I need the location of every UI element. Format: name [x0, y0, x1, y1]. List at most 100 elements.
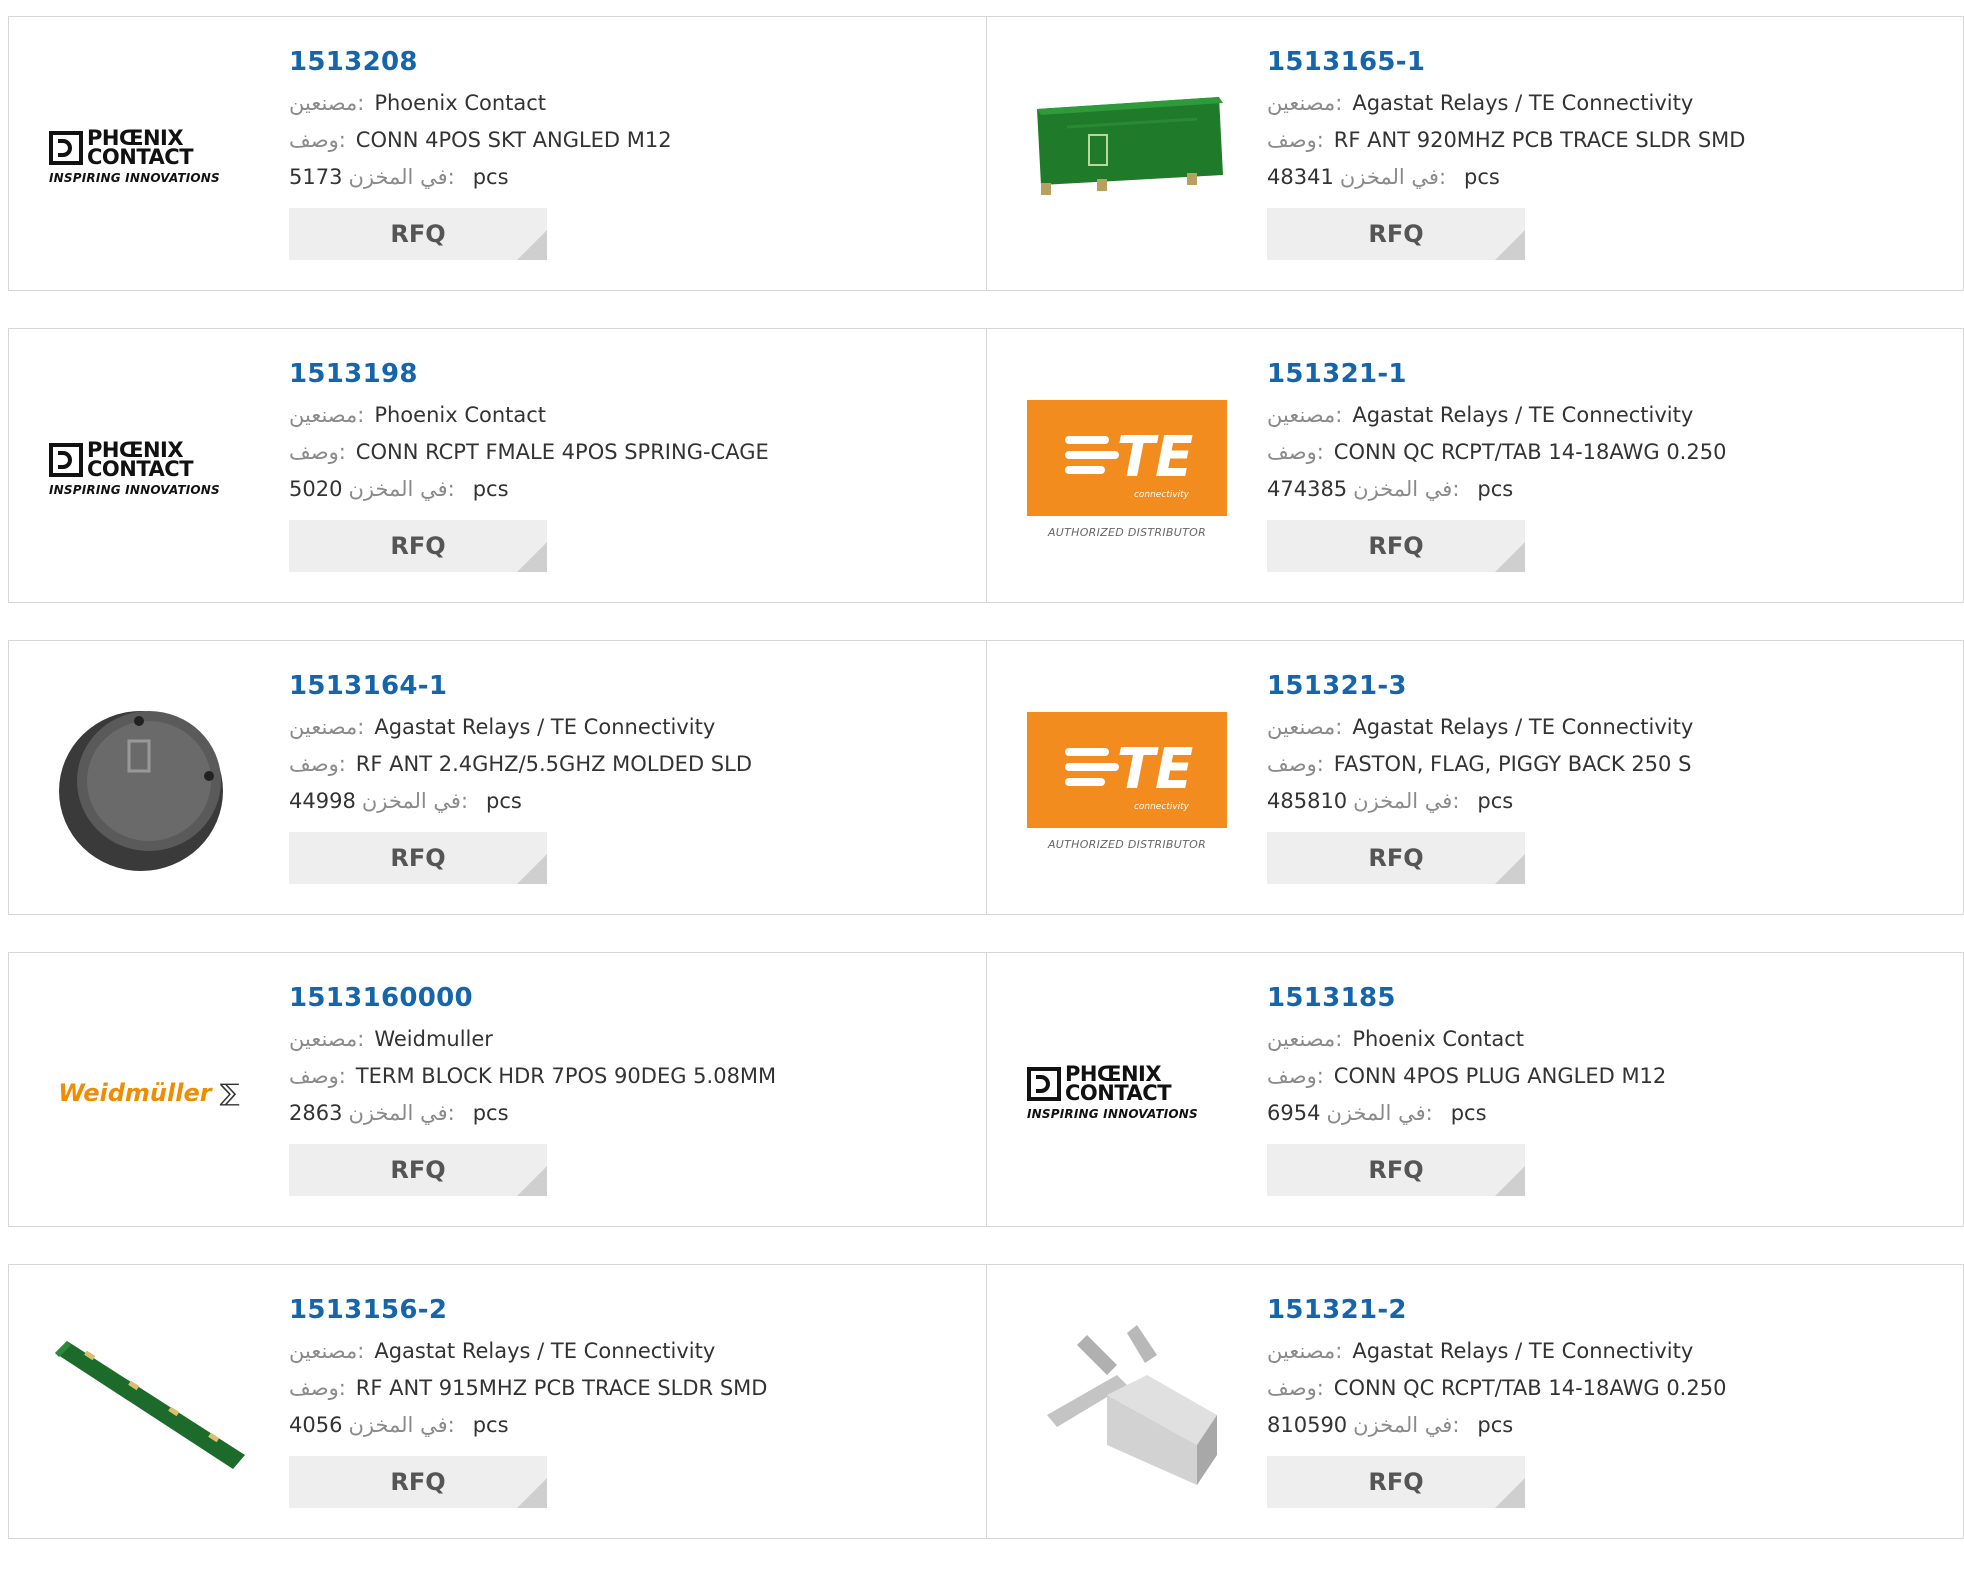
- stock-label: في المخزن:: [1326, 1101, 1433, 1125]
- manufacturer-value: Agastat Relays / TE Connectivity: [1352, 1339, 1694, 1363]
- phoenix-mark-icon: [1027, 1067, 1061, 1101]
- rfq-button[interactable]: RFQ: [1267, 832, 1525, 884]
- rfq-button-label: RFQ: [1368, 844, 1424, 872]
- phoenix-contact-logo: PHŒNIX CONTACT INSPIRING INNOVATIONS: [49, 440, 249, 497]
- manufacturer-value: Phoenix Contact: [1352, 1027, 1525, 1051]
- authorized-distributor-caption: AUTHORIZED DISTRIBUTOR: [1047, 837, 1207, 851]
- stock-unit: pcs: [1477, 477, 1514, 501]
- rfq-button[interactable]: RFQ: [289, 208, 547, 260]
- product-image[interactable]: PHŒNIX CONTACT INSPIRING INNOVATIONS: [49, 57, 249, 257]
- product-image[interactable]: PHŒNIX CONTACT INSPIRING INNOVATIONS: [1027, 993, 1227, 1193]
- stock-unit: pcs: [472, 1101, 509, 1125]
- manufacturer-value: Agastat Relays / TE Connectivity: [374, 1339, 716, 1363]
- stock-label: في المخزن:: [1339, 165, 1447, 189]
- product-card: PHŒNIX CONTACT INSPIRING INNOVATIONS 151…: [986, 953, 1963, 1226]
- stock-value: 6954: [1267, 1101, 1321, 1125]
- product-grid: PHŒNIX CONTACT INSPIRING INNOVATIONS 151…: [8, 16, 1964, 1576]
- description-value: RF ANT 2.4GHZ/5.5GHZ MOLDED SLD: [355, 752, 752, 776]
- rfq-button[interactable]: RFQ: [1267, 1144, 1525, 1196]
- logo-subtext: connectivity: [1133, 801, 1189, 812]
- weidmuller-mark-icon: ⅀: [219, 1079, 240, 1107]
- button-corner-decoration: [1495, 1478, 1525, 1508]
- part-number-link[interactable]: 1513164-1: [289, 669, 976, 703]
- rfq-button[interactable]: RFQ: [289, 520, 547, 572]
- description-label: وصف:: [289, 1376, 346, 1400]
- button-corner-decoration: [517, 854, 547, 884]
- logo-tagline: INSPIRING INNOVATIONS: [1027, 1107, 1198, 1121]
- stock-value: 2863: [289, 1101, 343, 1125]
- logo-text: CONTACT: [87, 457, 194, 481]
- part-number-link[interactable]: 151321-3: [1267, 669, 1953, 703]
- part-number-link[interactable]: 1513165-1: [1267, 45, 1953, 79]
- logo-subtext: connectivity: [1133, 489, 1189, 500]
- stock-unit: pcs: [1477, 1413, 1514, 1437]
- weidmuller-logo: Weidmüller ⅀: [58, 1079, 239, 1107]
- rfq-button[interactable]: RFQ: [289, 1456, 547, 1508]
- stock-value: 48341: [1267, 165, 1334, 189]
- rfq-button[interactable]: RFQ: [289, 832, 547, 884]
- part-number-link[interactable]: 1513185: [1267, 981, 1953, 1015]
- rfq-button-label: RFQ: [390, 844, 446, 872]
- button-corner-decoration: [1495, 230, 1525, 260]
- product-card: PHŒNIX CONTACT INSPIRING INNOVATIONS 151…: [9, 329, 986, 602]
- molded-antenna-image: [59, 711, 223, 871]
- description-value: TERM BLOCK HDR 7POS 90DEG 5.08MM: [355, 1064, 777, 1088]
- logo-text: Weidmüller: [58, 1079, 212, 1107]
- description-label: وصف:: [289, 752, 346, 776]
- product-image[interactable]: TE connectivity AUTHORIZED DISTRIBUTOR: [1027, 369, 1227, 569]
- manufacturer-label: مصنعين:: [289, 715, 365, 739]
- product-card: 1513156-2 مصنعين: Agastat Relays / TE Con…: [9, 1265, 986, 1538]
- rfq-button-label: RFQ: [390, 1156, 446, 1184]
- quick-connect-terminal-image: [1047, 1325, 1217, 1485]
- product-image[interactable]: [49, 681, 249, 881]
- button-corner-decoration: [1495, 542, 1525, 572]
- product-row: PHŒNIX CONTACT INSPIRING INNOVATIONS 151…: [8, 328, 1964, 603]
- product-image[interactable]: [1027, 57, 1227, 257]
- part-number-link[interactable]: 151321-2: [1267, 1293, 1953, 1327]
- manufacturer-label: مصنعين:: [1267, 1027, 1343, 1051]
- rfq-button[interactable]: RFQ: [1267, 520, 1525, 572]
- manufacturer-value: Agastat Relays / TE Connectivity: [1352, 91, 1694, 115]
- product-row: 1513156-2 مصنعين: Agastat Relays / TE Con…: [8, 1264, 1964, 1539]
- manufacturer-value: Weidmuller: [374, 1027, 493, 1051]
- part-number-link[interactable]: 1513160000: [289, 981, 976, 1015]
- description-label: وصف:: [289, 1064, 346, 1088]
- product-image[interactable]: Weidmüller ⅀: [49, 993, 249, 1193]
- button-corner-decoration: [517, 1166, 547, 1196]
- description-label: وصف:: [1267, 128, 1324, 152]
- product-image[interactable]: PHŒNIX CONTACT INSPIRING INNOVATIONS: [49, 369, 249, 569]
- product-card: TE connectivity AUTHORIZED DISTRIBUTOR 1…: [986, 329, 1963, 602]
- manufacturer-value: Agastat Relays / TE Connectivity: [1352, 715, 1694, 739]
- rfq-button[interactable]: RFQ: [1267, 1456, 1525, 1508]
- stock-value: 5173: [289, 165, 343, 189]
- manufacturer-label: مصنعين:: [1267, 403, 1343, 427]
- product-image[interactable]: [49, 1305, 249, 1505]
- manufacturer-label: مصنعين:: [289, 403, 365, 427]
- product-image[interactable]: [1027, 1305, 1227, 1505]
- product-card: 1513164-1 مصنعين: Agastat Relays / TE Con…: [9, 641, 986, 914]
- part-number-link[interactable]: 151321-1: [1267, 357, 1953, 391]
- part-number-link[interactable]: 1513198: [289, 357, 976, 391]
- logo-text: CONTACT: [1065, 1081, 1172, 1105]
- description-label: وصف:: [1267, 1376, 1324, 1400]
- part-number-link[interactable]: 1513156-2: [289, 1293, 976, 1327]
- rfq-button-label: RFQ: [1368, 1468, 1424, 1496]
- stock-value: 810590: [1267, 1413, 1348, 1437]
- description-value: RF ANT 920MHZ PCB TRACE SLDR SMD: [1333, 128, 1746, 152]
- manufacturer-value: Phoenix Contact: [374, 91, 547, 115]
- rfq-button-label: RFQ: [390, 220, 446, 248]
- description-value: FASTON, FLAG, PIGGY BACK 250 S: [1333, 752, 1692, 776]
- manufacturer-value: Agastat Relays / TE Connectivity: [1352, 403, 1694, 427]
- product-image[interactable]: TE connectivity AUTHORIZED DISTRIBUTOR: [1027, 681, 1227, 881]
- description-value: CONN 4POS PLUG ANGLED M12: [1333, 1064, 1667, 1088]
- rfq-button[interactable]: RFQ: [1267, 208, 1525, 260]
- stock-unit: pcs: [1464, 165, 1500, 189]
- rfq-button-label: RFQ: [1368, 220, 1424, 248]
- part-number-link[interactable]: 1513208: [289, 45, 976, 79]
- rfq-button[interactable]: RFQ: [289, 1144, 547, 1196]
- manufacturer-label: مصنعين:: [289, 1027, 365, 1051]
- button-corner-decoration: [517, 230, 547, 260]
- authorized-distributor-caption: AUTHORIZED DISTRIBUTOR: [1047, 525, 1207, 539]
- manufacturer-value: Agastat Relays / TE Connectivity: [374, 715, 716, 739]
- stock-value: 474385: [1267, 477, 1348, 501]
